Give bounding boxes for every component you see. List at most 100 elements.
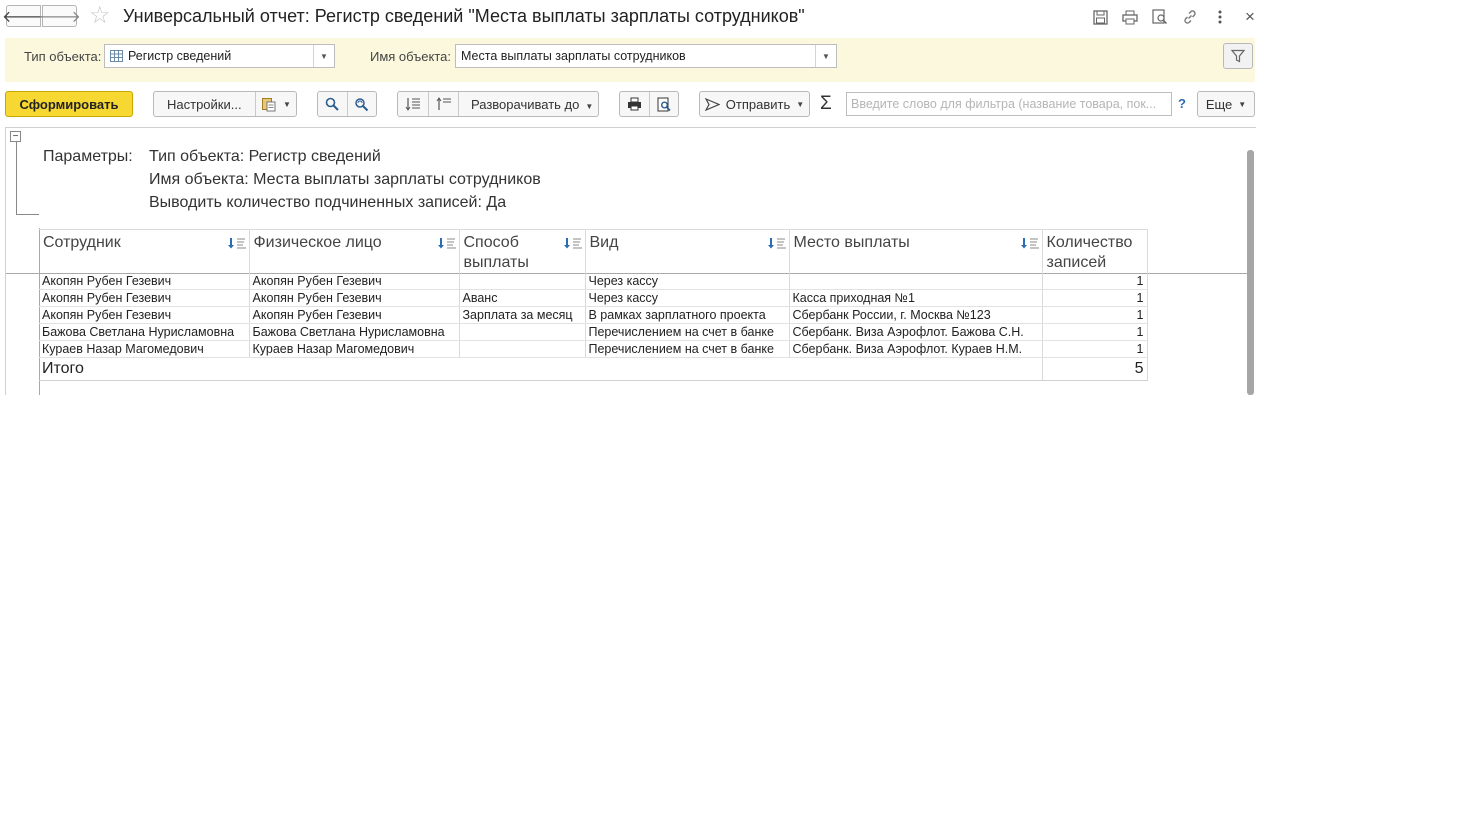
expand-to-label: Разворачивать до <box>471 96 580 112</box>
object-type-value: Регистр сведений <box>128 49 232 63</box>
cell-employee[interactable]: Акопян Рубен Гезевич <box>39 273 250 290</box>
more-vertical-icon[interactable] <box>1210 7 1230 27</box>
arrow-right-icon: 🡒 <box>38 8 81 26</box>
table-row[interactable]: Акопян Рубен Гезевич Акопян Рубен Гезеви… <box>39 273 1148 290</box>
cell-payment-place[interactable]: Касса приходная №1 <box>789 289 1043 307</box>
search-refresh-icon[interactable] <box>348 97 376 112</box>
column-header-payment-place[interactable]: Место выплаты <box>789 229 1043 273</box>
total-row[interactable]: Итого 5 <box>39 357 1148 381</box>
help-icon[interactable]: ? <box>1178 96 1186 111</box>
cell-individual[interactable]: Кураев Назар Магомедович <box>249 340 460 358</box>
generate-button[interactable]: Сформировать <box>5 91 133 117</box>
params-panel: Тип объекта: Регистр сведений ▼ Имя объе… <box>5 38 1255 82</box>
expand-to-button[interactable]: Разворачивать до ▼ <box>459 97 593 112</box>
cell-type[interactable]: В рамках зарплатного проекта <box>585 306 790 324</box>
search-icon[interactable] <box>318 97 347 111</box>
more-button[interactable]: Еще ▼ <box>1197 91 1255 117</box>
report-document[interactable]: − Параметры: Тип объекта: Регистр сведен… <box>5 127 1256 395</box>
sort-icon[interactable] <box>227 235 247 255</box>
cell-records-count[interactable]: 1 <box>1042 289 1148 307</box>
clipboard-icon[interactable]: ▼ <box>256 96 291 112</box>
grouping-group: Разворачивать до ▼ <box>397 91 599 117</box>
cell-records-count[interactable]: 1 <box>1042 340 1148 358</box>
column-header-type[interactable]: Вид <box>585 229 790 273</box>
column-header-individual[interactable]: Физическое лицо <box>249 229 460 273</box>
object-type-field[interactable]: Регистр сведений ▼ <box>104 44 335 68</box>
cell-individual[interactable]: Акопян Рубен Гезевич <box>249 306 460 324</box>
settings-label: Настройки... <box>167 96 242 112</box>
cell-employee[interactable]: Бажова Светлана Нурисламовна <box>39 323 250 341</box>
object-type-label: Тип объекта: <box>24 49 102 64</box>
cell-type[interactable]: Через кассу <box>585 289 790 307</box>
cell-employee[interactable]: Кураев Назар Магомедович <box>39 340 250 358</box>
cell-payment-place[interactable]: Сбербанк. Виза Аэрофлот. Кураев Н.М. <box>789 340 1043 358</box>
favorite-star-icon[interactable]: ☆ <box>89 2 111 30</box>
cell-payment-method[interactable] <box>459 273 586 290</box>
sum-icon[interactable]: Σ <box>820 93 832 115</box>
object-name-value: Места выплаты зарплаты сотрудников <box>461 49 686 63</box>
object-name-label: Имя объекта: <box>370 49 452 64</box>
cell-payment-method[interactable] <box>459 340 586 358</box>
report-table: Сотрудник Физическое лицо Способ выплаты … <box>39 229 1148 381</box>
table-row[interactable]: Кураев Назар Магомедович Кураев Назар Ма… <box>39 340 1148 358</box>
cell-type[interactable]: Через кассу <box>585 273 790 290</box>
close-icon[interactable]: × <box>1240 7 1260 27</box>
cell-payment-place[interactable]: Сбербанк России, г. Москва №123 <box>789 306 1043 324</box>
cell-payment-place[interactable] <box>789 273 1043 290</box>
column-header-records-count[interactable]: Количество записей <box>1042 229 1148 273</box>
more-label: Еще <box>1205 96 1233 112</box>
cell-individual[interactable]: Бажова Светлана Нурисламовна <box>249 323 460 341</box>
cell-type[interactable]: Перечислением на счет в банке <box>585 323 790 341</box>
save-icon[interactable] <box>1090 7 1110 27</box>
cell-payment-method[interactable]: Аванс <box>459 289 586 307</box>
title-bar: 🡐 🡒 ☆ Универсальный отчет: Регистр сведе… <box>0 0 1262 34</box>
vertical-scrollbar[interactable] <box>1247 150 1254 395</box>
sort-icon[interactable] <box>437 235 457 255</box>
collapse-all-icon[interactable] <box>398 97 428 111</box>
cell-records-count[interactable]: 1 <box>1042 273 1148 290</box>
cell-individual[interactable]: Акопян Рубен Гезевич <box>249 273 460 290</box>
settings-button[interactable]: Настройки... ▼ <box>153 91 297 117</box>
send-icon <box>704 97 720 111</box>
dropdown-arrow-icon[interactable]: ▼ <box>815 45 836 67</box>
sort-icon[interactable] <box>1020 235 1040 255</box>
dropdown-arrow-icon[interactable]: ▼ <box>313 45 334 67</box>
cell-payment-method[interactable]: Зарплата за месяц <box>459 306 586 324</box>
link-icon[interactable] <box>1180 7 1200 27</box>
sort-icon[interactable] <box>767 235 787 255</box>
window-title: Универсальный отчет: Регистр сведений "М… <box>123 6 805 26</box>
send-button[interactable]: Отправить ▼ <box>699 91 810 117</box>
object-name-field[interactable]: Места выплаты зарплаты сотрудников ▼ <box>455 44 837 68</box>
forward-button[interactable]: 🡒 <box>38 5 81 27</box>
back-button[interactable]: 🡐 <box>2 5 45 27</box>
table-row[interactable]: Бажова Светлана Нурисламовна Бажова Свет… <box>39 323 1148 341</box>
send-label: Отправить <box>725 96 791 112</box>
print-icon[interactable] <box>620 97 649 111</box>
funnel-icon <box>1231 49 1245 63</box>
collapse-group-icon[interactable]: − <box>10 131 21 142</box>
cell-records-count[interactable]: 1 <box>1042 323 1148 341</box>
column-header-employee[interactable]: Сотрудник <box>39 229 250 273</box>
total-value[interactable]: 5 <box>1042 357 1148 381</box>
print-preview-icon[interactable] <box>650 97 678 112</box>
cell-payment-method[interactable] <box>459 323 586 341</box>
cell-employee[interactable]: Акопян Рубен Гезевич <box>39 289 250 307</box>
table-row[interactable]: Акопян Рубен Гезевич Акопян Рубен Гезеви… <box>39 289 1148 307</box>
filter-input[interactable]: Введите слово для фильтра (название това… <box>846 92 1172 116</box>
table-header-row: Сотрудник Физическое лицо Способ выплаты … <box>39 229 1148 273</box>
table-row[interactable]: Акопян Рубен Гезевич Акопян Рубен Гезеви… <box>39 306 1148 324</box>
cell-individual[interactable]: Акопян Рубен Гезевич <box>249 289 460 307</box>
search-group <box>317 91 377 117</box>
preview-icon[interactable] <box>1150 7 1170 27</box>
cell-type[interactable]: Перечислением на счет в банке <box>585 340 790 358</box>
column-header-payment-method[interactable]: Способ выплаты <box>459 229 586 273</box>
filter-settings-button[interactable] <box>1223 43 1253 69</box>
sort-icon[interactable] <box>563 235 583 255</box>
print-icon[interactable] <box>1120 7 1140 27</box>
cell-payment-place[interactable]: Сбербанк. Виза Аэрофлот. Бажова С.Н. <box>789 323 1043 341</box>
expand-all-icon[interactable] <box>429 97 458 111</box>
print-group <box>619 91 679 117</box>
param-line: Выводить количество подчиненных записей:… <box>149 194 507 211</box>
cell-employee[interactable]: Акопян Рубен Гезевич <box>39 306 250 324</box>
cell-records-count[interactable]: 1 <box>1042 306 1148 324</box>
